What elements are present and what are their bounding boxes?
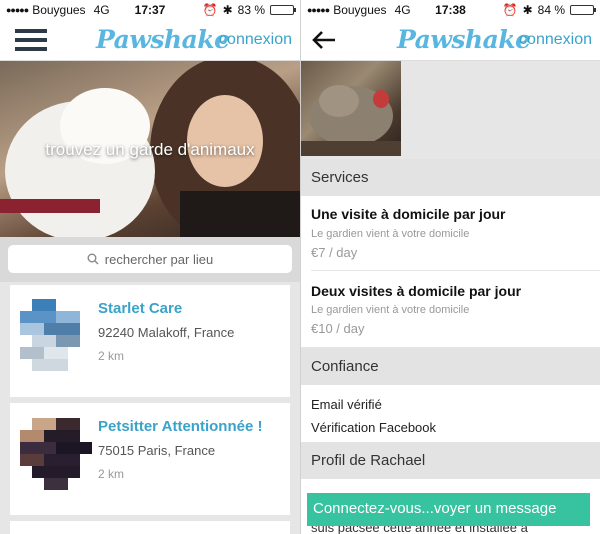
status-bar: ●●●●● Bouygues 4G 17:38 ⏰ ✱ 84 % <box>301 0 600 20</box>
hero-tagline: trouvez un garde d'animaux <box>45 140 255 159</box>
battery-icon <box>570 5 596 15</box>
avatar <box>20 418 92 490</box>
alarm-icon: ⏰ <box>202 3 218 17</box>
carrier-label: Bouygues <box>333 3 387 17</box>
listing-photo[interactable] <box>301 61 401 156</box>
service-price: €7 / day <box>311 245 358 260</box>
trust-section-header: Confiance <box>301 348 600 385</box>
listing-distance: 2 km <box>98 467 125 481</box>
search-input[interactable]: rechercher par lieu <box>8 245 292 273</box>
cat-photo <box>301 85 401 156</box>
connexion-link[interactable]: connexion <box>519 31 592 49</box>
back-arrow-icon[interactable] <box>311 28 337 52</box>
network-label: 4G <box>93 3 110 17</box>
search-icon <box>87 253 99 265</box>
listing-address: 75015 Paris, France <box>98 443 216 458</box>
bluetooth-icon: ✱ <box>222 3 233 17</box>
divider <box>311 270 600 271</box>
signal-dots-icon: ●●●●● <box>307 5 330 15</box>
search-screen: ●●●●● Bouygues 4G 17:37 ⏰ ✱ 83 % Pawshak… <box>0 0 300 534</box>
services-section-header: Services <box>301 159 600 196</box>
search-bar: rechercher par lieu <box>0 237 300 282</box>
service-title: Deux visites à domicile par jour <box>311 283 522 299</box>
trust-list: Email vérifié Vérification Facebook <box>301 385 600 442</box>
listing-card[interactable]: Starlet Care 92240 Malakoff, France 2 km <box>10 285 290 397</box>
services-list: Une visite à domicile par jour Le gardie… <box>301 196 600 347</box>
connect-message-button[interactable]: Connectez-vous...voyer un message <box>307 493 590 526</box>
status-bar: ●●●●● Bouygues 4G 17:37 ⏰ ✱ 83 % <box>0 0 300 20</box>
service-price: €10 / day <box>311 321 365 336</box>
battery-icon <box>270 5 296 15</box>
listing-name: Petsitter Attentionnée ! <box>98 418 263 435</box>
profile-section-header: Profil de Rachael <box>301 442 600 479</box>
battery-percent: 83 % <box>237 3 265 17</box>
battery-percent: 84 % <box>537 3 565 17</box>
listing-address: 92240 Malakoff, France <box>98 325 235 340</box>
connexion-link[interactable]: connexion <box>219 31 292 49</box>
pawshake-logo: Pawshake <box>397 25 531 54</box>
listing-card[interactable] <box>10 521 290 534</box>
carrier-label: Bouygues <box>32 3 86 17</box>
trust-item-email: Email vérifié <box>311 397 382 412</box>
app-header: Pawshake connexion <box>0 20 300 61</box>
listing-card[interactable]: Petsitter Attentionnée ! 75015 Paris, Fr… <box>10 403 290 515</box>
avatar <box>20 299 92 371</box>
hero-banner: trouvez un garde d'animaux <box>0 61 300 237</box>
search-placeholder: rechercher par lieu <box>104 251 214 267</box>
listing-name: Starlet Care <box>98 300 183 317</box>
pawshake-logo: Pawshake <box>96 25 230 54</box>
network-label: 4G <box>394 3 411 17</box>
service-description: Le gardien vient à votre domicile <box>311 228 470 240</box>
sitter-profile-screen: ●●●●● Bouygues 4G 17:38 ⏰ ✱ 84 % Pawshak… <box>300 0 600 534</box>
service-title: Une visite à domicile par jour <box>311 206 506 222</box>
listing-distance: 2 km <box>98 349 125 363</box>
alarm-icon: ⏰ <box>502 3 518 17</box>
service-description: Le gardien vient à votre domicile <box>311 304 470 316</box>
app-header: Pawshake connexion <box>301 20 600 61</box>
bluetooth-icon: ✱ <box>522 3 533 17</box>
signal-dots-icon: ●●●●● <box>6 5 29 15</box>
hamburger-menu-icon[interactable] <box>15 29 47 51</box>
trust-item-facebook: Vérification Facebook <box>311 420 437 435</box>
